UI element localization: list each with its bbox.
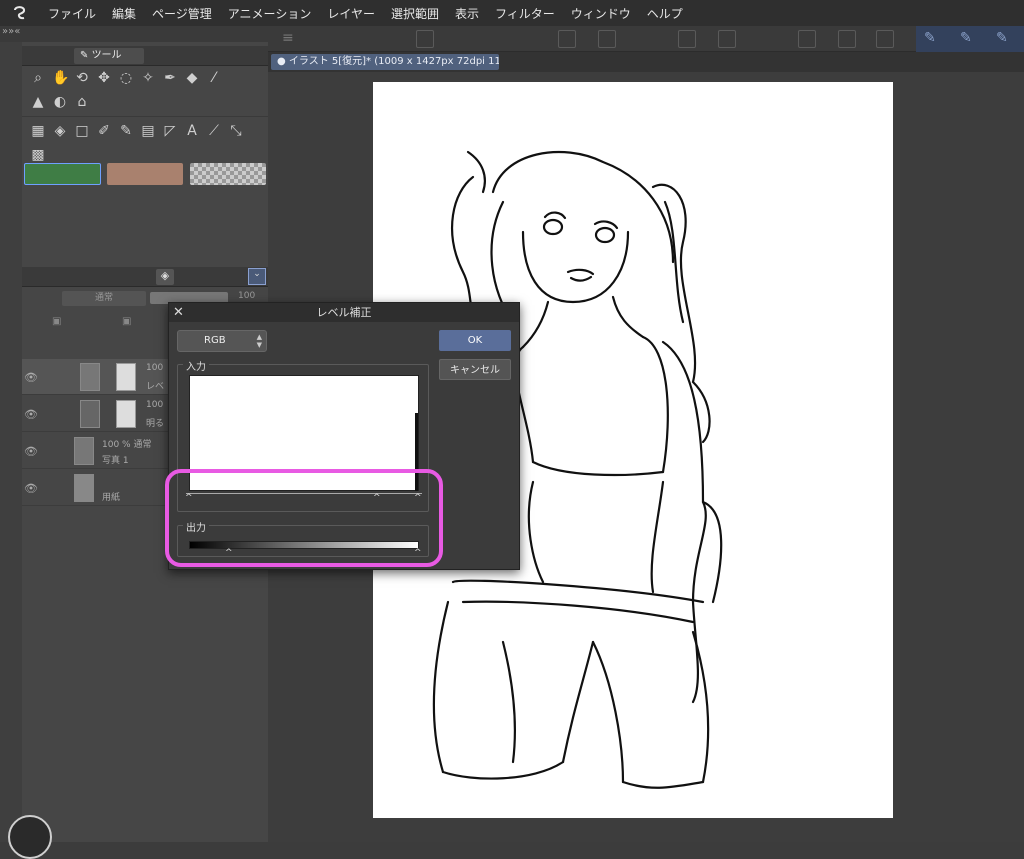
tool-row-3: ▦ ◈ □ ✐ ✎ ▤ ◸ A ⟋ ⤡ xyxy=(22,119,268,143)
transparent-swatch[interactable] xyxy=(190,163,266,185)
menu-view[interactable]: 表示 xyxy=(447,5,487,22)
layer-opacity: 100 xyxy=(146,400,164,410)
move-icon[interactable]: ✥ xyxy=(96,70,112,86)
menu-filter[interactable]: フィルター xyxy=(487,5,563,22)
menu-icon[interactable]: ≡ xyxy=(282,30,300,48)
layer-name: レベ xyxy=(146,382,165,392)
close-icon[interactable]: ✕ xyxy=(173,303,187,322)
command-icon[interactable] xyxy=(558,30,576,48)
menu-edit[interactable]: 編集 xyxy=(104,5,144,22)
bucket-icon[interactable]: ◈ xyxy=(52,123,68,139)
menu-bar: ファイル 編集 ページ管理 アニメーション レイヤー 選択範囲 表示 フィルター… xyxy=(0,0,1024,26)
blend-mode-select[interactable]: 通常 xyxy=(62,291,146,306)
document-tab-label: イラスト 5[復元]* (1009 x 1427px 72dpi 114.4%) xyxy=(288,56,499,67)
command-icon[interactable] xyxy=(876,30,894,48)
panel-collapse-icon[interactable]: »»« xyxy=(0,26,268,42)
main-color-swatch[interactable] xyxy=(24,163,101,185)
figure-icon[interactable]: ✎ xyxy=(118,123,134,139)
highlight-annotation xyxy=(165,469,443,567)
brush-icon[interactable]: ▲ xyxy=(30,94,46,110)
frame-icon[interactable]: □ xyxy=(74,123,90,139)
correct-icon[interactable]: ⤡ xyxy=(228,123,244,139)
channel-select-value: RGB xyxy=(204,335,226,346)
layer-name: 明る xyxy=(146,419,165,429)
command-icon[interactable] xyxy=(598,30,616,48)
channel-select[interactable]: RGB ▲ ▼ xyxy=(177,330,267,352)
blend-icon[interactable]: ◐ xyxy=(52,94,68,110)
eye-icon[interactable]: 👁 xyxy=(24,408,38,421)
eyedropper-icon[interactable]: ⁄ xyxy=(206,70,222,86)
command-icon[interactable] xyxy=(718,30,736,48)
lock-alpha-icon[interactable]: ▣ xyxy=(122,316,131,327)
menu-file[interactable]: ファイル xyxy=(40,5,104,22)
ruler-icon[interactable]: ✐ xyxy=(96,123,112,139)
menu-animation[interactable]: アニメーション xyxy=(220,5,320,22)
magic-wand-icon[interactable]: ✧ xyxy=(140,70,156,86)
command-icon[interactable] xyxy=(798,30,816,48)
layers-icon[interactable]: ◈ xyxy=(156,269,174,285)
tool-row-2: ▲ ◐ ⌂ xyxy=(22,90,268,114)
pen-icon[interactable]: ✒ xyxy=(162,70,178,86)
lasso-icon[interactable]: ◌ xyxy=(118,70,134,86)
gradient-square-icon[interactable]: ▩ xyxy=(30,147,46,163)
tool-tab-label: ツール xyxy=(91,50,122,61)
opacity-value: 100 xyxy=(238,291,256,301)
text-icon[interactable]: A xyxy=(184,123,200,139)
fill-icon[interactable]: ⌂ xyxy=(74,94,90,110)
layer-panel-header: ◈ ⌄ xyxy=(22,267,268,287)
pen-icon[interactable]: ✎ xyxy=(960,30,972,46)
ok-button[interactable]: OK xyxy=(439,330,511,351)
eye-icon[interactable]: 👁 xyxy=(24,445,38,458)
sub-color-swatch[interactable] xyxy=(107,163,183,185)
balloon-icon[interactable]: ◸ xyxy=(162,123,178,139)
tool-tab[interactable]: ✎ ツール xyxy=(74,48,144,64)
menu-selection[interactable]: 選択範囲 xyxy=(383,5,447,22)
layer-thumb xyxy=(74,474,94,502)
layer-opacity: 100 xyxy=(146,363,164,373)
pen-icon[interactable]: ✎ xyxy=(996,30,1008,46)
layer-mask-thumb xyxy=(116,400,136,428)
quick-access-icon[interactable] xyxy=(8,815,52,859)
zoom-icon[interactable]: ⌕ xyxy=(30,70,46,86)
dialog-title: レベル補正 xyxy=(169,303,519,322)
tool-row-1: ⌕ ✋ ⟲ ✥ ◌ ✧ ✒ ◆ ⁄ xyxy=(22,66,268,90)
pen-icon[interactable]: ✎ xyxy=(924,30,936,46)
layer-opacity: 100 % 通常 xyxy=(102,440,152,450)
input-label: 入力 xyxy=(183,358,209,373)
eraser-icon[interactable]: ◆ xyxy=(184,70,200,86)
layer-mask-thumb xyxy=(116,363,136,391)
lock-icon[interactable]: ▣ xyxy=(52,316,61,327)
eye-icon[interactable]: 👁 xyxy=(24,371,38,384)
chevron-down-icon[interactable]: ⌄ xyxy=(248,268,266,285)
tool-panel-header: ✎ ツール xyxy=(22,46,268,66)
layer-op-icon[interactable]: ▤ xyxy=(140,123,156,139)
hand-icon[interactable]: ✋ xyxy=(52,70,69,86)
layer-thumb xyxy=(80,363,100,391)
menu-help[interactable]: ヘルプ xyxy=(639,5,691,22)
gradient-icon[interactable]: ▦ xyxy=(30,123,46,139)
cancel-button[interactable]: キャンセル xyxy=(439,359,511,380)
app-logo-icon[interactable] xyxy=(0,0,40,26)
command-icon[interactable] xyxy=(416,30,434,48)
command-icon[interactable] xyxy=(838,30,856,48)
divider xyxy=(22,116,268,117)
command-bar: ≡ ✎ ✎ ✎ xyxy=(268,26,1024,52)
modified-dot-icon: ● xyxy=(277,56,289,67)
side-strip xyxy=(0,42,22,842)
eye-icon[interactable]: 👁 xyxy=(24,482,38,495)
menu-window[interactable]: ウィンドウ xyxy=(563,5,639,22)
layer-name: 用紙 xyxy=(102,493,121,503)
up-down-arrows-icon: ▲ ▼ xyxy=(256,333,262,349)
layer-thumb xyxy=(80,400,100,428)
line-icon[interactable]: ⟋ xyxy=(206,123,222,139)
menu-layer[interactable]: レイヤー xyxy=(319,5,383,22)
command-icon[interactable] xyxy=(678,30,696,48)
menu-page[interactable]: ページ管理 xyxy=(144,5,220,22)
document-tab[interactable]: ● イラスト 5[復元]* (1009 x 1427px 72dpi 114.4… xyxy=(271,54,499,70)
layer-thumb xyxy=(74,437,94,465)
rotate-icon[interactable]: ⟲ xyxy=(74,70,90,86)
layer-name: 写真 1 xyxy=(102,456,129,466)
